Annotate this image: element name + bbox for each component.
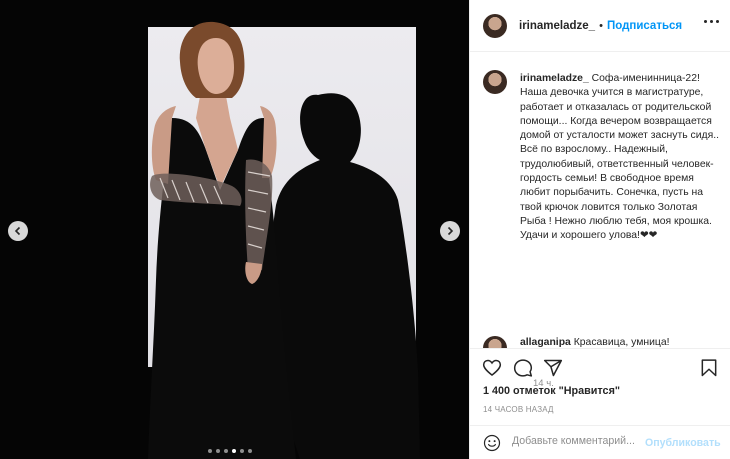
carousel-dot-active — [232, 449, 236, 453]
post-time-ago[interactable]: 14 ЧАСОВ НАЗАД — [483, 405, 554, 414]
post-side-panel: irinameladze_ • Подписаться irinameladze… — [469, 0, 730, 459]
carousel-dot — [216, 449, 220, 453]
previous-slide-button[interactable] — [8, 221, 28, 241]
comment-text-block: allaganipa Красавица, умница! — [520, 337, 670, 348]
likes-count[interactable]: 1 400 отметок "Нравится" — [483, 385, 620, 397]
caption-body: Софа-именинница-22! Наша девочка учится … — [520, 73, 719, 242]
more-options-button[interactable] — [704, 20, 719, 23]
comment-avatar[interactable] — [483, 336, 507, 348]
post-header: irinameladze_ • Подписаться — [470, 0, 730, 52]
carousel-dot — [240, 449, 244, 453]
post-photo — [0, 0, 469, 459]
header-separator: • — [599, 19, 603, 32]
avatar[interactable] — [483, 13, 507, 38]
comment-username[interactable]: allaganipa — [520, 337, 571, 348]
share-icon[interactable] — [543, 358, 563, 378]
action-bar — [470, 348, 730, 388]
caption-username[interactable]: irinameladze_ — [520, 73, 589, 84]
more-icon-dot — [710, 20, 713, 23]
carousel-dot — [224, 449, 228, 453]
comment-icon[interactable] — [513, 358, 533, 378]
bookmark-icon[interactable] — [699, 358, 719, 378]
comment-item: allaganipa Красавица, умница! — [483, 336, 723, 348]
instagram-post-modal: irinameladze_ • Подписаться irinameladze… — [0, 0, 730, 459]
publish-button[interactable]: Опубликовать — [645, 437, 721, 449]
caption-avatar[interactable] — [483, 70, 507, 94]
chevron-left-icon — [14, 226, 21, 236]
caption-text-block: irinameladze_ Софа-именинница-22! Наша д… — [520, 72, 720, 244]
chevron-right-icon — [447, 226, 454, 236]
comment-input[interactable] — [512, 435, 640, 447]
more-icon-dot — [716, 20, 719, 23]
more-icon — [704, 20, 707, 23]
next-slide-button[interactable] — [440, 221, 460, 241]
follow-button[interactable]: Подписаться — [607, 20, 682, 32]
heart-icon[interactable] — [482, 358, 502, 378]
photo-illustration — [148, 21, 420, 459]
add-comment-bar: Опубликовать — [470, 425, 730, 459]
comment-body: Красавица, умница! — [573, 337, 670, 348]
emoji-icon[interactable] — [483, 434, 501, 452]
header-username[interactable]: irinameladze_ — [519, 20, 595, 32]
carousel-dot — [208, 449, 212, 453]
carousel-indicator — [208, 449, 252, 453]
carousel-dot — [248, 449, 252, 453]
